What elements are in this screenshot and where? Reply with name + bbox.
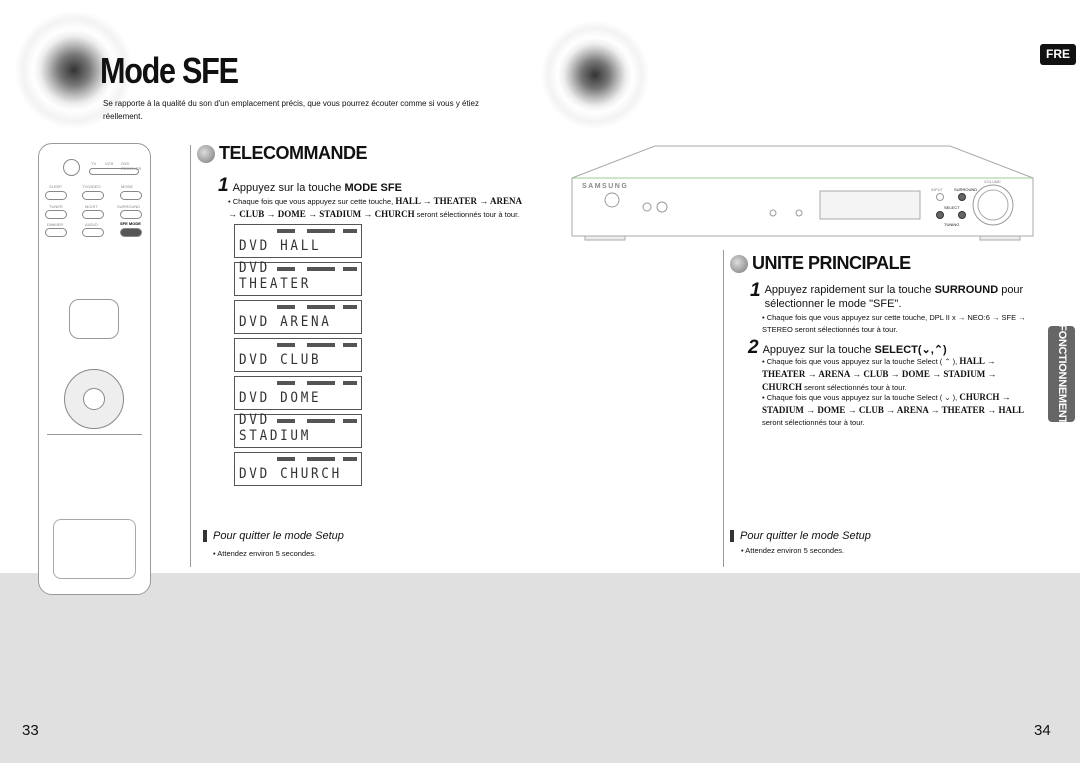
power-button-icon (63, 159, 80, 176)
language-badge: FRE (1040, 44, 1076, 65)
remote-label: DIMMER (47, 222, 64, 227)
brand-logo: SAMSUNG (582, 183, 629, 190)
page-title: Mode SFE (100, 50, 239, 91)
lcd-text: DVD CLUB (239, 352, 322, 368)
section-heading-telecommande: TELECOMMANDE (197, 143, 368, 164)
section-side-tab: FONCTIONNEMENT (1048, 324, 1075, 424)
remote-control-illustration: TV VCR DVD RECEIVER SLEEP TV/VIDEO MODE … (38, 143, 151, 595)
lcd-text: DVD HALL (239, 238, 322, 254)
lcd-display: DVD DOME (234, 376, 362, 410)
lcd-text: DVD STADIUM (239, 412, 312, 444)
remote-label: SLEEP (49, 184, 62, 189)
remote-label: AUDIO (85, 222, 98, 227)
device-label: SELECT (944, 205, 960, 210)
step-1: 1 Appuyez rapidement sur la touche SURROU… (750, 280, 1024, 310)
remote-label: TUNER (49, 204, 63, 209)
page-number-left: 33 (22, 722, 39, 739)
bullet-ball-icon (197, 144, 215, 163)
quit-setup-heading: Pour quitter le mode Setup (203, 530, 344, 542)
remote-label: MODE (121, 184, 133, 189)
step-1: 1 Appuyez sur la touche MODE SFE (218, 175, 402, 196)
device-label: VOLUME (984, 179, 1001, 184)
page-subtitle: Se rapporte à la qualité du son d'un emp… (103, 99, 479, 121)
step-2-bullet: • Chaque fois que vous appuyez sur la to… (762, 356, 997, 392)
step-1-bullet: • Chaque fois que vous appuyez sur cette… (762, 313, 1026, 334)
step-2-bullet: • Chaque fois que vous appuyez sur la to… (762, 392, 1025, 427)
lcd-display: DVD ARENA (234, 300, 362, 334)
quit-setup-heading: Pour quitter le mode Setup (730, 530, 871, 542)
device-label: TUNING (944, 222, 960, 227)
bullet-ball-icon (730, 254, 748, 273)
remote-label: TV/VIDEO (82, 184, 101, 189)
lcd-display: DVD STADIUM (234, 412, 362, 448)
bottom-band (0, 573, 1080, 763)
quit-setup-text: • Attendez environ 5 secondes. (213, 549, 317, 558)
section-heading-unite-principale: UNITE PRINCIPALE (730, 253, 911, 274)
speaker-decoration-icon (540, 20, 650, 130)
remote-label: SURROUND (117, 204, 141, 209)
remote-label: MO/ST (85, 204, 98, 209)
lcd-display: DVD HALL (234, 224, 362, 258)
divider (190, 145, 191, 567)
lcd-text: DVD CHURCH (239, 466, 342, 482)
lcd-display: DVD THEATER (234, 260, 362, 296)
quit-setup-text: • Attendez environ 5 secondes. (741, 546, 845, 555)
device-label: INPUT (931, 187, 943, 192)
device-label: SURROUND (954, 187, 978, 192)
divider (723, 250, 724, 567)
lcd-display: DVD CHURCH (234, 452, 362, 486)
remote-label: SFE MODE (120, 221, 141, 226)
page-number-right: 34 (1034, 722, 1051, 739)
lcd-display: DVD CLUB (234, 338, 362, 372)
lcd-text: DVD THEATER (239, 260, 312, 292)
step-1-bullet: • Chaque fois que vous appuyez sur cette… (228, 196, 522, 219)
sfe-mode-button (120, 228, 142, 237)
main-unit-illustration: SAMSUNG INPUT SURROUND SELECT VOLUME TUN… (570, 143, 1036, 243)
remote-label: TV (91, 161, 97, 166)
lcd-text: DVD DOME (239, 390, 322, 406)
lcd-text: DVD ARENA (239, 314, 332, 330)
remote-label: VCR (105, 161, 114, 166)
